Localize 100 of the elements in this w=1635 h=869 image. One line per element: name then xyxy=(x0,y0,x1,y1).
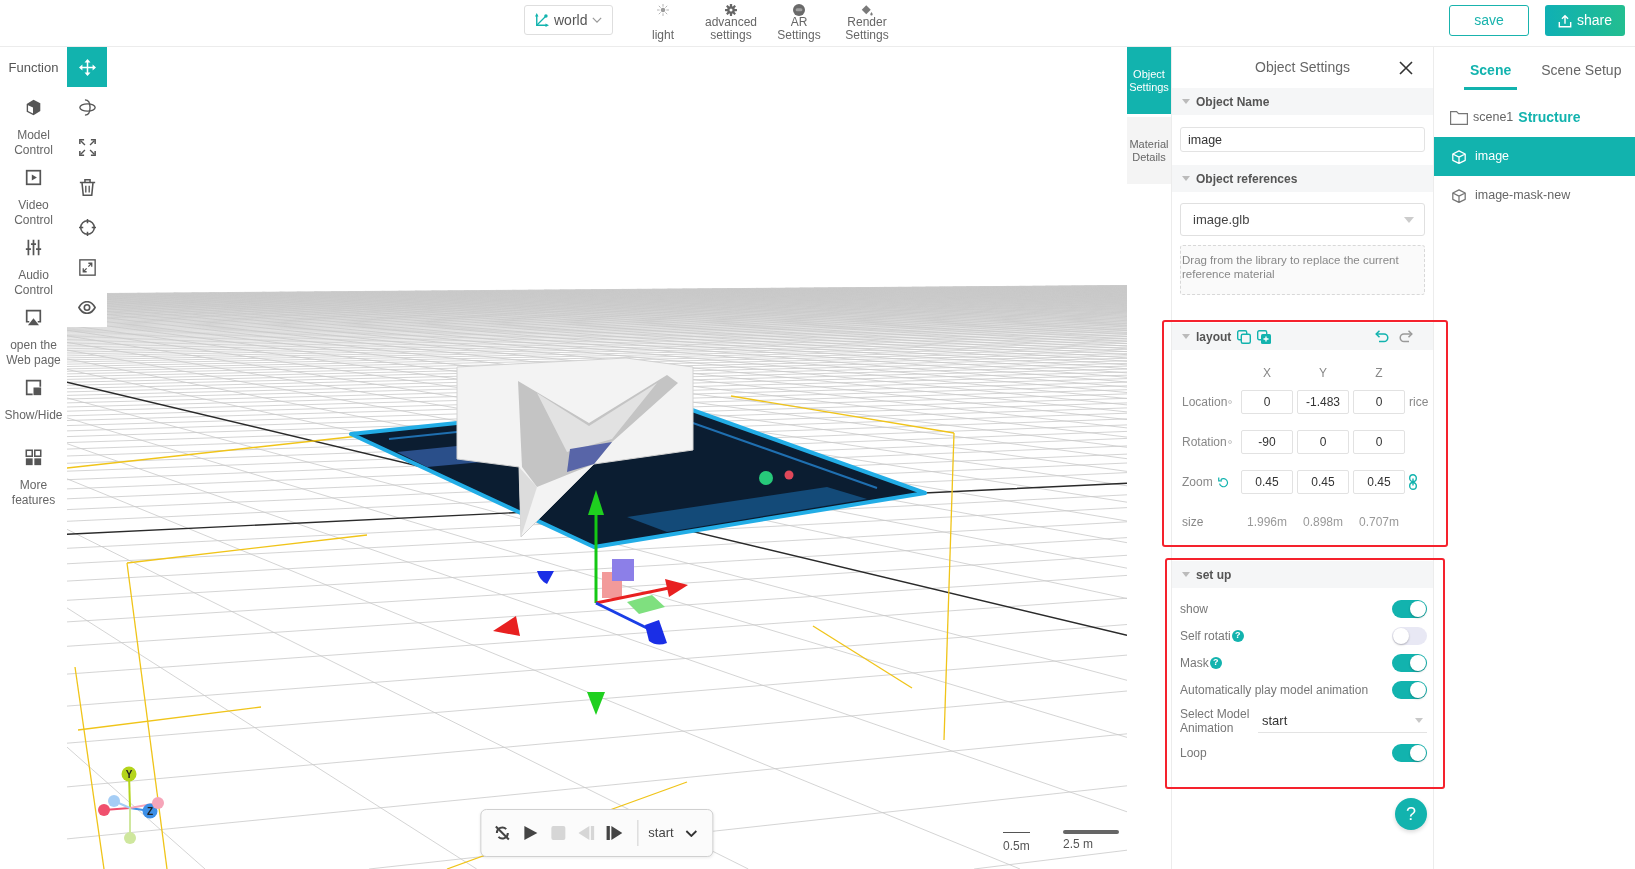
close-icon[interactable] xyxy=(1399,60,1413,75)
toggle-switch[interactable] xyxy=(1392,626,1427,645)
column-heading: Z xyxy=(1374,365,1384,382)
field-label: Zoom xyxy=(1182,474,1213,491)
number-input[interactable]: -1.483 xyxy=(1297,390,1349,414)
play-square-icon xyxy=(25,169,42,186)
cube-outline-icon xyxy=(1452,149,1466,164)
cube-icon xyxy=(25,99,42,116)
scale-bar xyxy=(1063,830,1119,834)
number-input[interactable]: 0 xyxy=(1353,430,1405,454)
number-input[interactable]: 0 xyxy=(1353,390,1405,414)
axis-handle-icon[interactable] xyxy=(108,795,120,807)
field-label: Rotation xyxy=(1182,434,1227,451)
chevron-down-icon xyxy=(685,829,698,837)
trash-icon xyxy=(78,178,96,196)
reset-icon[interactable] xyxy=(1217,476,1229,488)
expand-icon xyxy=(78,138,96,156)
reference-select[interactable]: image.glb xyxy=(1180,203,1425,236)
animation-select[interactable]: start xyxy=(1258,709,1427,733)
link-icon[interactable] xyxy=(1409,474,1417,490)
chevron-down-icon xyxy=(592,17,603,23)
number-input[interactable]: -90 xyxy=(1241,430,1293,454)
axis-handle-icon[interactable] xyxy=(124,832,136,844)
toggle-switch[interactable] xyxy=(1392,599,1427,618)
scene-tab[interactable]: Scene Setup xyxy=(1535,47,1628,90)
section-title: Object Name xyxy=(1196,93,1270,111)
axis-handle-icon[interactable] xyxy=(152,797,164,809)
scale-label: 2.5 m xyxy=(1063,837,1093,851)
toggle-switch[interactable] xyxy=(1392,653,1427,672)
column-heading: X xyxy=(1262,365,1272,382)
setting-label: Select Model Animation xyxy=(1180,707,1251,735)
transform-gizmo-drawing[interactable] xyxy=(493,490,688,715)
toggle-switch[interactable] xyxy=(1392,680,1427,699)
size-value: 0.707m xyxy=(1358,514,1400,531)
field-label: size xyxy=(1182,514,1205,531)
name-input[interactable]: image xyxy=(1180,127,1425,152)
gear-icon xyxy=(725,4,737,16)
axis-label: Y xyxy=(125,768,133,780)
orbit-icon xyxy=(78,98,96,116)
number-input[interactable]: 0.45 xyxy=(1353,470,1405,494)
web-page-button[interactable]: open the Web page xyxy=(0,298,67,368)
setting-label: Automatically play model animation xyxy=(1180,681,1369,699)
show-hide-button[interactable]: Show/Hide xyxy=(0,368,67,438)
axis-handle-icon[interactable] xyxy=(121,766,137,782)
move-icon xyxy=(78,58,96,76)
axes-icon xyxy=(535,13,549,27)
copy-icon[interactable] xyxy=(1237,329,1252,344)
dot-icon xyxy=(1227,440,1232,444)
move-tool-button[interactable] xyxy=(67,47,107,87)
sliders-icon xyxy=(25,239,42,256)
setting-label: Mask xyxy=(1180,654,1209,672)
number-input[interactable]: 0 xyxy=(1241,390,1293,414)
section-title: set up xyxy=(1196,566,1232,584)
tree-item[interactable]: scene1 Structure xyxy=(1434,98,1635,137)
video-control-button[interactable]: Video Control xyxy=(0,158,67,228)
upload-icon xyxy=(1558,13,1572,28)
folder-icon xyxy=(1450,110,1468,125)
audio-control-button[interactable]: Audio Control xyxy=(0,228,67,298)
panel-title: Object Settings xyxy=(1254,58,1351,77)
paint-bucket-icon xyxy=(861,4,873,16)
axis-handle-icon[interactable] xyxy=(98,804,110,816)
drop-zone[interactable]: Drag from the library to replace the current reference material xyxy=(1180,245,1425,295)
caret-icon xyxy=(1415,718,1423,723)
ar-settings-button[interactable]: AR Settings xyxy=(765,0,833,46)
crosshair-icon xyxy=(78,218,96,236)
toggle-switch[interactable] xyxy=(1392,743,1427,762)
number-input[interactable]: 0.45 xyxy=(1241,470,1293,494)
caret-icon[interactable] xyxy=(1182,334,1190,339)
more-features-button[interactable]: More features xyxy=(0,438,67,508)
animation-select[interactable]: start xyxy=(648,823,698,843)
setting-label: show xyxy=(1180,600,1208,618)
axis-label: Z xyxy=(146,805,154,817)
undo-icon[interactable] xyxy=(1375,330,1389,343)
column-heading: Y xyxy=(1318,365,1328,382)
cube-outline-icon xyxy=(1452,188,1466,203)
caret-icon[interactable] xyxy=(1182,99,1190,104)
model-control-button[interactable]: Model Control xyxy=(0,88,67,158)
tree-item[interactable]: image-mask-new xyxy=(1434,176,1635,215)
size-value: 0.898m xyxy=(1302,514,1344,531)
number-input[interactable]: 0 xyxy=(1297,430,1349,454)
tree-heading: Structure xyxy=(1518,108,1581,127)
eye-icon xyxy=(78,300,96,314)
side-tab[interactable]: Material Details xyxy=(1127,117,1171,184)
paste-icon[interactable] xyxy=(1257,329,1272,344)
coordinate-dropdown[interactable]: world xyxy=(524,5,613,35)
step-forward-icon[interactable] xyxy=(606,825,623,841)
loop-off-icon[interactable] xyxy=(494,825,511,841)
caret-icon xyxy=(1404,216,1414,223)
advanced-settings-button[interactable]: advanced settings xyxy=(697,0,765,46)
setting-label: Self rotati xyxy=(1180,627,1231,645)
number-input[interactable]: 0.45 xyxy=(1297,470,1349,494)
caret-icon[interactable] xyxy=(1182,572,1190,577)
scale-label: 0.5m xyxy=(1003,839,1030,853)
sun-icon xyxy=(657,4,669,16)
play-icon[interactable] xyxy=(522,825,539,841)
caret-icon[interactable] xyxy=(1182,176,1190,181)
light-button[interactable]: light xyxy=(629,0,697,46)
render-settings-button[interactable]: Render Settings xyxy=(833,0,901,46)
dot-icon xyxy=(1228,400,1233,404)
section-title: Object references xyxy=(1196,170,1298,188)
